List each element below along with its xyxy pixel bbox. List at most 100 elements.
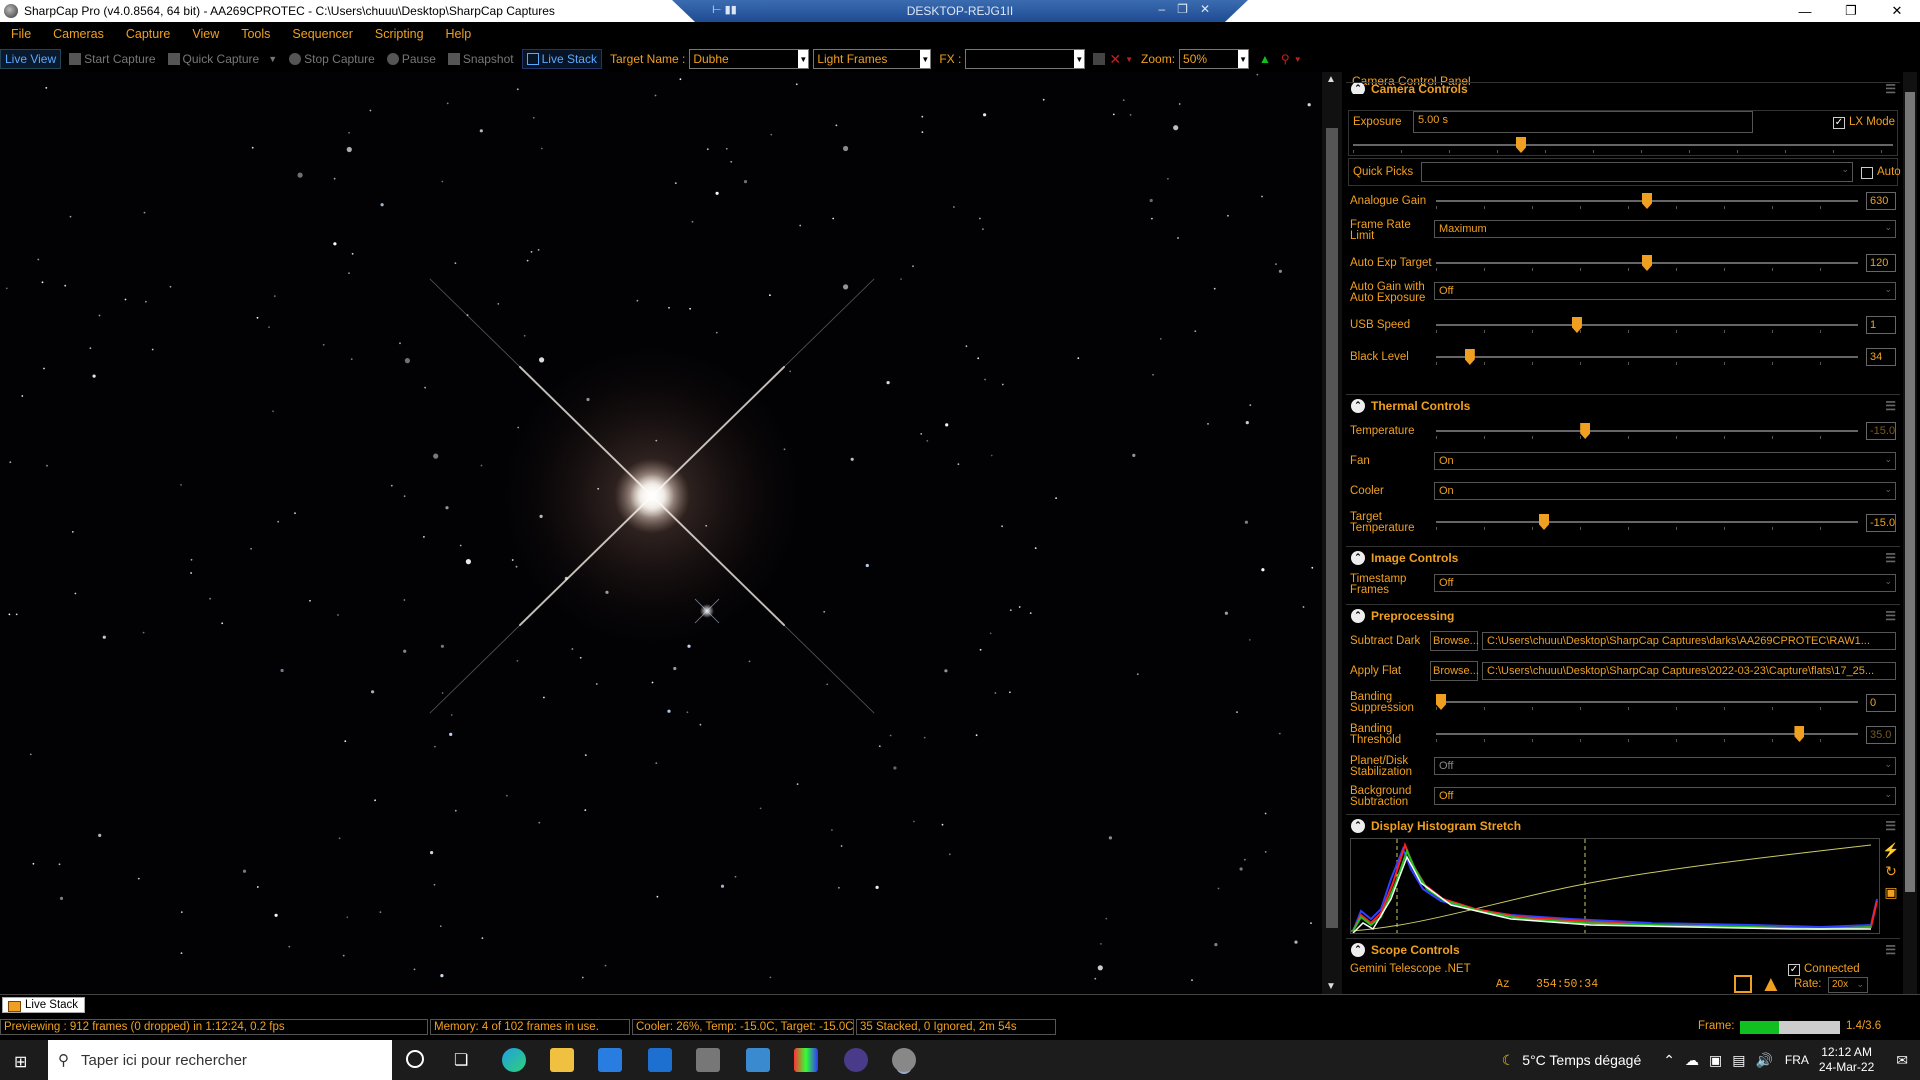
weather-icon[interactable]: ☾ <box>1502 1052 1515 1069</box>
scroll-down-icon[interactable]: ▼ <box>1326 981 1336 992</box>
auto-gain-select[interactable]: Off ⌄ <box>1434 282 1896 300</box>
crosshair-icon[interactable]: ✕ <box>1109 51 1121 68</box>
cortana-icon[interactable] <box>406 1050 424 1068</box>
mail-icon[interactable] <box>648 1048 672 1072</box>
banding-suppression-value[interactable]: 0 <box>1866 694 1896 712</box>
collapse-icon[interactable]: ⌃ <box>1351 608 1365 623</box>
analogue-gain-value[interactable]: 630 <box>1866 192 1896 210</box>
auto-checkbox[interactable] <box>1861 167 1873 179</box>
file-explorer-icon[interactable] <box>550 1048 574 1072</box>
pause-button[interactable]: Pause <box>383 50 440 68</box>
color-app-icon[interactable] <box>794 1048 818 1072</box>
subtract-dark-path[interactable]: C:\Users\chuuu\Desktop\SharpCap Captures… <box>1482 632 1896 650</box>
histogram-toggle-icon[interactable] <box>1093 53 1106 65</box>
rdp-close-icon[interactable]: ✕ <box>1200 2 1210 16</box>
black-level-slider[interactable] <box>1436 349 1858 365</box>
chevron-down-icon[interactable]: ▼ <box>1238 50 1249 68</box>
image-viewport[interactable] <box>0 72 1322 994</box>
chevron-down-icon[interactable]: ▼ <box>1294 55 1302 64</box>
chevron-down-icon[interactable]: ▼ <box>1125 55 1133 64</box>
chevron-down-icon[interactable]: ▼ <box>798 50 809 68</box>
volume-icon[interactable]: 🔊 <box>1755 1052 1772 1069</box>
stop-slew-icon[interactable] <box>1734 975 1752 993</box>
snapshot-button[interactable]: Snapshot <box>444 50 518 68</box>
menu-help[interactable]: Help <box>435 27 483 41</box>
lx-mode-checkbox[interactable]: ✓ <box>1833 117 1845 129</box>
meet-icon[interactable]: ▣ <box>1709 1052 1722 1069</box>
viewport-scrollbar[interactable]: ▲ ▼ <box>1322 72 1342 994</box>
scroll-up-icon[interactable]: ▲ <box>1326 74 1336 85</box>
stop-capture-button[interactable]: Stop Capture <box>285 50 379 68</box>
thermal-controls-header[interactable]: ⌃ Thermal Controls ☰ <box>1346 394 1900 416</box>
temperature-slider[interactable] <box>1436 423 1858 439</box>
live-view-button[interactable]: Live View <box>0 49 62 69</box>
scroll-thumb[interactable] <box>1326 128 1338 928</box>
notification-icon[interactable]: ✉ <box>1896 1052 1908 1069</box>
section-menu-icon[interactable]: ☰ <box>1885 399 1896 413</box>
rate-select[interactable]: 20x ⌄ <box>1828 977 1868 993</box>
menu-capture[interactable]: Capture <box>115 27 181 41</box>
banding-threshold-slider[interactable] <box>1436 726 1858 742</box>
network-icon[interactable]: ▤ <box>1732 1052 1745 1069</box>
zoom-select[interactable]: 50% ▼ <box>1179 49 1250 69</box>
live-stack-button[interactable]: Live Stack <box>521 49 602 69</box>
section-menu-icon[interactable]: ☰ <box>1885 819 1896 833</box>
panel-scrollbar[interactable] <box>1903 72 1917 994</box>
quick-capture-button[interactable]: Quick Capture ▼ <box>164 50 282 68</box>
histogram-header[interactable]: ⌃ Display Histogram Stretch ☰ <box>1346 814 1900 836</box>
sharpcap-taskbar-icon[interactable] <box>892 1048 916 1072</box>
histogram-chart[interactable] <box>1350 838 1880 934</box>
analogue-gain-slider[interactable] <box>1436 193 1858 209</box>
fx-select[interactable]: ▼ <box>965 49 1086 69</box>
store-icon[interactable] <box>598 1048 622 1072</box>
menu-tools[interactable]: Tools <box>230 27 281 41</box>
auto-exp-target-slider[interactable] <box>1436 255 1858 271</box>
collapse-icon[interactable]: ⌃ <box>1351 83 1365 94</box>
subtract-dark-browse-button[interactable]: Browse... <box>1430 631 1479 651</box>
collapse-icon[interactable]: ⌃ <box>1351 398 1365 413</box>
onedrive-icon[interactable]: ☁ <box>1685 1052 1699 1069</box>
chevron-down-icon[interactable]: ▼ <box>268 54 277 64</box>
language-indicator[interactable]: FRA <box>1785 1053 1809 1067</box>
menu-sequencer[interactable]: Sequencer <box>281 27 363 41</box>
windows-start-icon[interactable]: ⊞ <box>14 1052 27 1072</box>
stellarium-icon[interactable] <box>844 1048 868 1072</box>
chevron-down-icon[interactable]: ▼ <box>920 50 931 68</box>
collapse-icon[interactable]: ⌃ <box>1351 818 1365 833</box>
start-capture-button[interactable]: Start Capture <box>65 50 159 68</box>
fan-select[interactable]: On ⌄ <box>1434 452 1896 470</box>
chevron-up-icon[interactable]: ⌃ <box>1663 1052 1675 1069</box>
target-name-input[interactable]: Dubhe ▼ <box>689 49 810 69</box>
apply-flat-path[interactable]: C:\Users\chuuu\Desktop\SharpCap Captures… <box>1482 662 1896 680</box>
usb-speed-value[interactable]: 1 <box>1866 316 1896 334</box>
banding-suppression-slider[interactable] <box>1436 694 1858 710</box>
histogram-icon[interactable]: ▲ <box>1259 52 1271 66</box>
target-temperature-value[interactable]: -15.0 <box>1866 514 1896 532</box>
section-menu-icon[interactable]: ☰ <box>1885 609 1896 623</box>
weather-text[interactable]: 5°C Temps dégagé <box>1522 1052 1641 1068</box>
menu-cameras[interactable]: Cameras <box>42 27 115 41</box>
auto-exp-target-value[interactable]: 120 <box>1866 254 1896 272</box>
remote-desktop-bar[interactable]: ⊢ ▮▮ DESKTOP-REJG1II – ❐ ✕ <box>672 0 1248 22</box>
chevron-down-icon[interactable]: ▼ <box>1074 50 1085 68</box>
frame-rate-select[interactable]: Maximum ⌄ <box>1434 220 1896 238</box>
restore-icon[interactable]: ❐ <box>1828 0 1874 22</box>
zoom-tool-icon[interactable]: ⚲ <box>1281 52 1290 66</box>
live-stack-tab[interactable]: Live Stack <box>2 997 86 1013</box>
camera-controls-header[interactable]: ⌃ Camera Controls ☰ <box>1346 82 1900 94</box>
preprocessing-header[interactable]: ⌃ Preprocessing ☰ <box>1346 604 1900 626</box>
edge-icon[interactable] <box>502 1048 526 1072</box>
rdp-restore-icon[interactable]: ❐ <box>1177 2 1188 16</box>
apply-flat-browse-button[interactable]: Browse... <box>1430 661 1479 681</box>
rdp-minimize-icon[interactable]: – <box>1158 2 1165 16</box>
app-icon[interactable] <box>696 1048 720 1072</box>
image-controls-header[interactable]: ⌃ Image Controls ☰ <box>1346 546 1900 568</box>
minimize-icon[interactable]: — <box>1782 0 1828 22</box>
exposure-slider[interactable] <box>1353 137 1893 153</box>
black-level-value[interactable]: 34 <box>1866 348 1896 366</box>
cooler-select[interactable]: On ⌄ <box>1434 482 1896 500</box>
arrow-up-icon[interactable]: ▲ <box>1760 971 1782 994</box>
section-menu-icon[interactable]: ☰ <box>1885 83 1896 94</box>
frame-type-select[interactable]: Light Frames ▼ <box>813 49 932 69</box>
scope-controls-header[interactable]: ⌃ Scope Controls ☰ <box>1346 938 1900 960</box>
